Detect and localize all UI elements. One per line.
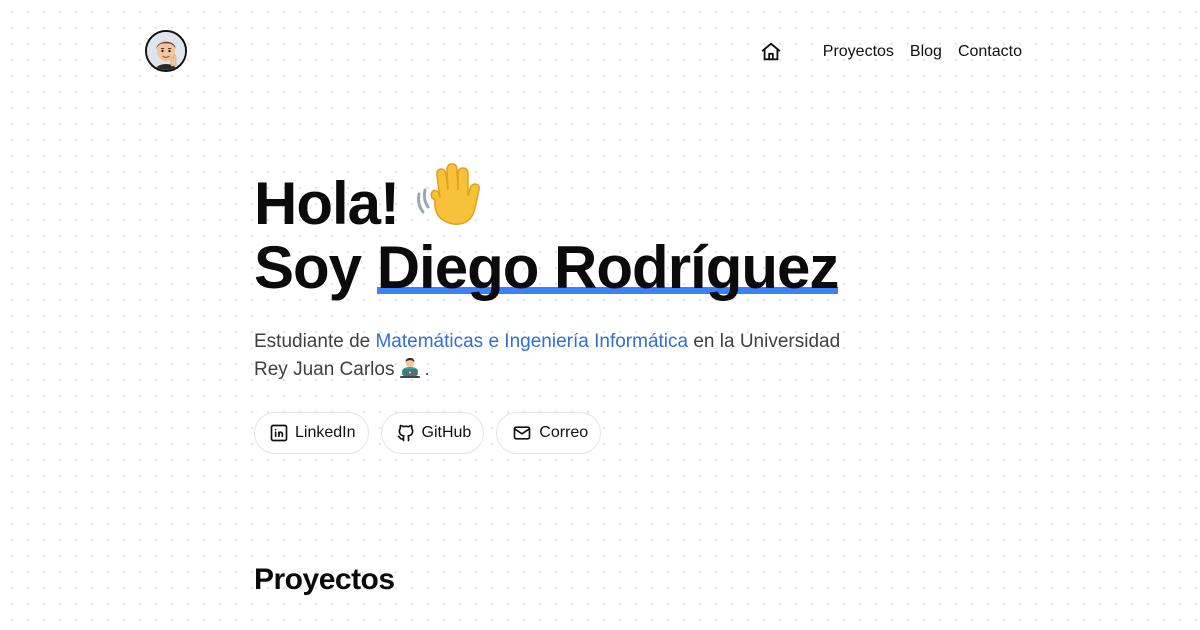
mail-icon	[513, 426, 531, 440]
hero-heading: Hola! Soy Diego Rodríguez	[254, 160, 954, 301]
linkedin-label: LinkedIn	[295, 424, 356, 441]
projects-section-title: Proyectos	[254, 563, 395, 596]
mail-label: Correo	[539, 424, 589, 441]
intro-text-before: Estudiante de	[254, 331, 371, 352]
nav-link-proyectos[interactable]: Proyectos	[823, 43, 894, 61]
github-icon	[397, 424, 413, 442]
linkedin-icon	[270, 424, 288, 442]
linkedin-button[interactable]: LinkedIn	[254, 412, 369, 454]
intro-highlight: Matemáticas e Ingeniería Informática	[375, 331, 689, 352]
avatar[interactable]	[145, 30, 187, 72]
home-icon	[761, 42, 780, 61]
waving-hand-icon	[413, 160, 485, 238]
hero-greeting-line: Hola!	[254, 160, 954, 238]
nav-home-link[interactable]	[759, 40, 783, 64]
intro-end: .	[424, 359, 430, 380]
memoji-avatar-icon	[147, 32, 185, 70]
github-button[interactable]: GitHub	[380, 412, 485, 454]
nav-link-blog[interactable]: Blog	[910, 43, 942, 61]
nav-link-contacto[interactable]: Contacto	[958, 43, 1022, 61]
intro-paragraph: Estudiante de Matemáticas e Ingeniería I…	[254, 328, 854, 388]
main-nav: Proyectos Blog Contacto	[759, 40, 1022, 64]
site-header: Proyectos Blog Contacto	[145, 30, 1022, 74]
github-label: GitHub	[421, 424, 472, 441]
hero-name: Diego Rodríguez	[376, 234, 839, 301]
hero-name-line: Soy Diego Rodríguez	[254, 234, 954, 301]
technologist-laptop-icon	[398, 357, 422, 388]
social-links: LinkedIn GitHub Correo	[254, 412, 602, 454]
intro-prefix: Soy	[254, 234, 362, 301]
mail-button[interactable]: Correo	[496, 412, 602, 454]
greeting-text: Hola!	[254, 170, 400, 237]
